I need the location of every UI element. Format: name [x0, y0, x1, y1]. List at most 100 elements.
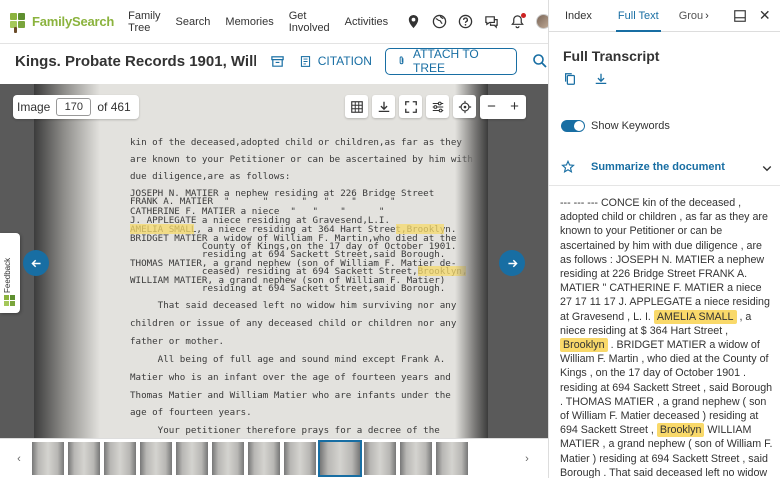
close-icon[interactable]: ✕	[759, 7, 771, 24]
thumbnail[interactable]	[104, 442, 136, 475]
top-navigation: FamilySearch Family Tree Search Memories…	[0, 0, 552, 44]
paperclip-icon	[399, 56, 404, 65]
nav-family-tree[interactable]: Family Tree	[128, 10, 160, 34]
image-label: Image	[17, 100, 51, 114]
citation-label: CITATION	[317, 54, 372, 68]
summarize-document-row[interactable]: Summarize the document	[549, 150, 780, 186]
thumbnail-current[interactable]	[318, 440, 362, 477]
citation-icon	[300, 55, 310, 67]
feedback-label: Feedback	[3, 257, 12, 293]
thumbnail[interactable]	[68, 442, 100, 475]
record-line: due diligence,are as follows:	[130, 171, 291, 182]
image-total: of 461	[97, 100, 131, 114]
full-transcript-text: --- --- --- CONCE kin of the deceased , …	[560, 196, 774, 478]
tab-full-text[interactable]: Full Text	[615, 0, 661, 32]
image-keyword-highlight	[130, 224, 194, 234]
zoom-out-button[interactable]: −	[480, 95, 503, 118]
record-line: Your petitioner therefore prays for a de…	[130, 425, 440, 436]
image-filmstrip: ‹ ›	[0, 438, 548, 478]
search-icon[interactable]	[532, 53, 548, 69]
attach-to-tree-button[interactable]: ATTACH TO TREE	[384, 47, 517, 75]
image-viewer[interactable]: kin of the deceased,adopted child or chi…	[0, 84, 548, 438]
page-title: Kings. Probate Records 1901, Wills 19...	[15, 52, 256, 70]
thumbnail[interactable]	[140, 442, 172, 475]
filmstrip-prev-chevron-icon[interactable]: ‹	[14, 452, 24, 466]
record-line: Thomas Matier and William Matier who are…	[130, 390, 451, 401]
image-number-input[interactable]: 170	[56, 98, 92, 116]
transcript-segment: . BRIDGET MATIER a widow of William F. M…	[560, 339, 773, 437]
arrow-right-icon	[507, 259, 518, 267]
fullscreen-icon[interactable]	[399, 95, 422, 118]
sparkle-icon	[561, 159, 575, 174]
tree-logo-icon	[8, 11, 30, 33]
image-keyword-highlight	[396, 224, 444, 234]
notifications-bell-icon[interactable]	[510, 13, 527, 29]
record-title-bar: Kings. Probate Records 1901, Wills 19...…	[0, 44, 548, 78]
chevron-down-icon	[761, 161, 773, 173]
filmstrip-next-chevron-icon[interactable]: ›	[522, 452, 532, 466]
viewer-toolbar: − +	[345, 95, 526, 119]
record-image: kin of the deceased,adopted child or chi…	[34, 84, 488, 438]
grid-view-icon[interactable]	[345, 95, 368, 118]
record-handwriting-lines: kin of the deceased,adopted child or chi…	[34, 84, 488, 438]
keyword-highlight: AMELIA SMALL	[653, 309, 737, 324]
thumbnail[interactable]	[176, 442, 208, 475]
keyword-highlight: Brooklyn	[656, 423, 705, 438]
feedback-tab[interactable]: Feedback	[0, 233, 20, 313]
thumbnail-list	[32, 440, 510, 477]
thumbnail[interactable]	[284, 442, 316, 475]
globe-icon[interactable]	[432, 14, 447, 29]
zoom-controls: − +	[480, 95, 526, 119]
logo-text: FamilySearch	[32, 14, 115, 29]
thumbnail[interactable]	[364, 442, 396, 475]
download-icon[interactable]	[372, 95, 395, 118]
record-line: father or mother.	[130, 336, 225, 347]
image-binding-shadow-right	[455, 84, 488, 438]
location-pin-icon[interactable]	[406, 14, 421, 29]
next-image-button[interactable]	[499, 250, 525, 276]
attach-label: ATTACH TO TREE	[412, 47, 479, 75]
panel-layout-icon[interactable]	[733, 9, 747, 23]
nav-search[interactable]: Search	[176, 16, 211, 28]
transcript-segment: --- --- --- CONCE kin of the deceased , …	[560, 197, 770, 323]
show-keywords-label: Show Keywords	[591, 120, 670, 132]
record-line: are known to your Petitioner or can be a…	[130, 154, 473, 165]
copy-icon[interactable]	[563, 72, 579, 88]
zoom-in-button[interactable]: +	[503, 95, 526, 118]
show-keywords-row: Show Keywords	[561, 120, 670, 132]
feedback-tree-icon	[4, 295, 16, 307]
adjust-sliders-icon[interactable]	[426, 95, 449, 118]
thumbnail[interactable]	[212, 442, 244, 475]
citation-button[interactable]: CITATION	[299, 54, 372, 68]
thumbnail[interactable]	[436, 442, 468, 475]
tab-index[interactable]: Index	[565, 0, 592, 32]
record-line: All being of full age and sound mind exc…	[130, 354, 446, 365]
download-transcript-icon[interactable]	[594, 72, 610, 88]
tabs-scroll-chevron-icon[interactable]: ›	[705, 10, 709, 22]
archive-box-icon[interactable]	[270, 53, 285, 69]
record-line: That said deceased left no widow him sur…	[130, 300, 457, 311]
tab-groups[interactable]: Grou	[679, 0, 703, 32]
show-keywords-toggle[interactable]	[561, 120, 585, 132]
keyword-highlight: Brooklyn	[560, 338, 608, 353]
nav-activities[interactable]: Activities	[345, 16, 388, 28]
familysearch-logo[interactable]: FamilySearch	[8, 11, 114, 33]
notification-dot	[521, 13, 527, 18]
thumbnail[interactable]	[248, 442, 280, 475]
recenter-target-icon[interactable]	[453, 95, 476, 118]
record-line: kin of the deceased,adopted child or chi…	[130, 137, 462, 148]
record-line: Matier who is an infant over the age of …	[130, 372, 451, 383]
panel-title: Full Transcript	[563, 48, 660, 64]
panel-tabs: Index Full Text Grou › ✕	[549, 0, 780, 32]
thumbnail[interactable]	[32, 442, 64, 475]
nav-get-involved[interactable]: Get Involved	[289, 10, 330, 34]
summarize-label: Summarize the document	[591, 161, 725, 173]
record-line: age of fourteen years.	[130, 407, 252, 418]
nav-memories[interactable]: Memories	[225, 16, 273, 28]
image-number-control: Image 170 of 461	[13, 95, 139, 119]
thumbnail[interactable]	[400, 442, 432, 475]
record-line: residing at 694 Sackett Street,said Boro…	[130, 283, 446, 294]
help-icon[interactable]	[458, 14, 473, 29]
messages-icon[interactable]	[484, 14, 499, 29]
previous-image-button[interactable]	[23, 250, 49, 276]
